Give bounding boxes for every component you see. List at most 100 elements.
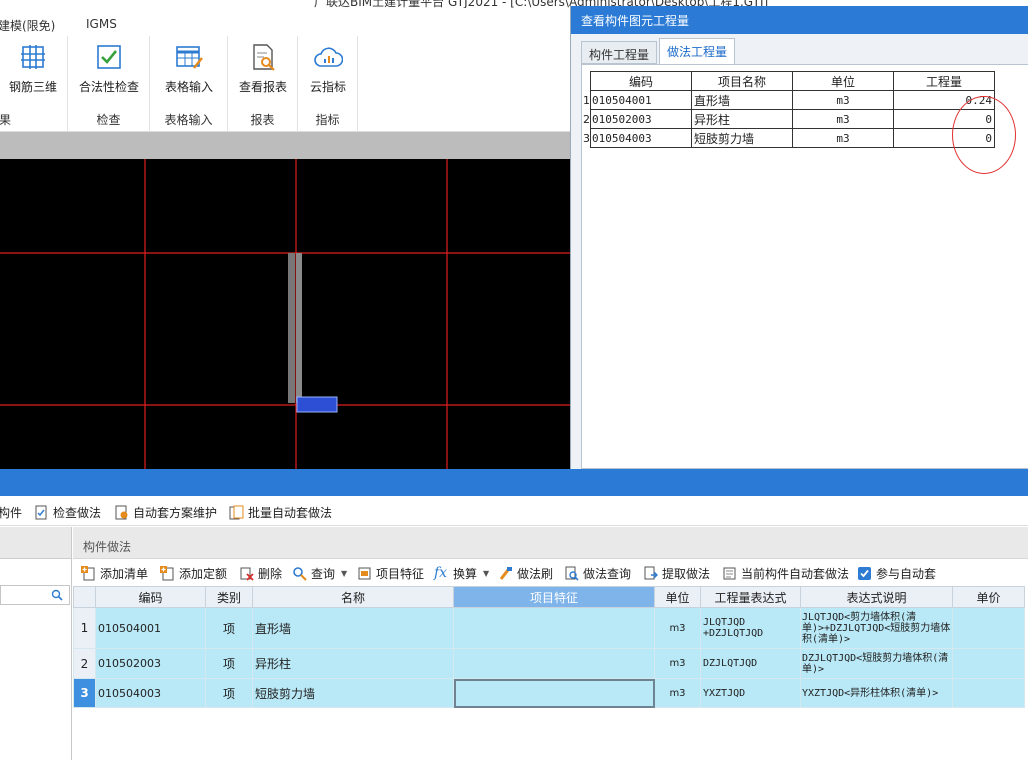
table-row[interactable]: 1 010504001 直形墙 m3 0.24	[582, 90, 995, 110]
header-expression-description[interactable]: 表达式说明	[800, 586, 953, 608]
method-brush-button[interactable]: 做法刷	[498, 564, 553, 582]
methods-grid: 编码 类别 名称 项目特征 单位 工程量表达式 表达式说明 单价 1 01050…	[73, 586, 1025, 708]
cell-quantity-expression[interactable]: JLQTJQD +DZJLQTJQD	[700, 607, 801, 649]
cell-code: 010504001	[590, 90, 692, 110]
report-icon	[253, 44, 275, 71]
header-code: 编码	[590, 71, 692, 91]
row-number[interactable]: 1	[73, 607, 96, 649]
cell-category[interactable]: 项	[205, 648, 253, 679]
quantity-popup-window: 查看构件图元工程量 构件工程量 做法工程量 编码 项目名称 单位 工程量 1 0…	[570, 6, 1028, 469]
model-drawing[interactable]	[0, 159, 570, 469]
cell-category[interactable]: 项	[205, 607, 253, 649]
checkbox-icon[interactable]	[857, 566, 872, 581]
cell-item-feature[interactable]	[453, 607, 655, 649]
convert-dropdown-icon[interactable]: ▼	[483, 569, 489, 578]
table-row[interactable]: 1 010504001 项 直形墙 m3 JLQTJQD +DZJLQTJQD …	[73, 607, 1025, 649]
row-number[interactable]: 2	[73, 648, 96, 679]
header-unit: 单位	[792, 71, 894, 91]
ribbon-group-report: 查看报表 报表	[228, 36, 298, 132]
cell-unit-price[interactable]	[952, 678, 1025, 708]
cell-expression-description[interactable]: YXZTJQD<异形柱体积(清单)>	[800, 678, 953, 708]
cloud-index-button[interactable]: 云指标	[290, 42, 366, 95]
validity-check-button[interactable]: 合法性检查	[71, 42, 147, 95]
cell-unit-price[interactable]	[952, 607, 1025, 649]
auto-scheme-button[interactable]: 自动套方案维护	[114, 503, 217, 521]
convert-button[interactable]: fx 换算 ▼	[434, 564, 489, 582]
drawing-canvas[interactable]	[0, 159, 570, 469]
fx-icon: fx	[434, 564, 448, 581]
cell-unit[interactable]: m3	[654, 648, 701, 679]
extract-icon	[644, 566, 658, 579]
ribbon-group-check: 合法性检查 检查	[68, 36, 150, 132]
query-button[interactable]: 查询 ▼	[292, 564, 347, 582]
row-number: 2	[583, 112, 590, 126]
table-input-label: 表格输入	[164, 80, 213, 94]
header-category[interactable]: 类别	[205, 586, 253, 608]
header-name[interactable]: 名称	[252, 586, 454, 608]
cloud-icon	[314, 47, 343, 67]
cell-quantity-expression[interactable]: YXZTJQD	[700, 678, 801, 708]
quantity-table-header: 编码 项目名称 单位 工程量	[582, 71, 995, 91]
table-row[interactable]: 2 010502003 异形柱 m3 0	[582, 109, 995, 129]
menu-tab-igms[interactable]: IGMS	[86, 17, 117, 31]
menu-tab-modeling[interactable]: 建模(限免)	[0, 17, 55, 34]
extract-method-label: 提取做法	[662, 566, 711, 581]
table-row[interactable]: 3 010504003 项 短肢剪力墙 m3 YXZTJQD YXZTJQD<异…	[73, 678, 1025, 708]
header-unit[interactable]: 单位	[654, 586, 701, 608]
add-quota-button[interactable]: 添加定额	[160, 564, 227, 582]
item-feature-button[interactable]: 项目特征	[357, 564, 424, 582]
cell-name[interactable]: 异形柱	[252, 648, 454, 679]
row-number: 3	[583, 131, 590, 145]
tab-component-quantity[interactable]: 构件工程量	[581, 41, 658, 64]
cell-code: 010504003	[590, 128, 692, 148]
cell-expression-description[interactable]: JLQTJQD<剪力墙体积(清单)>+DZJLQTJQD<短肢剪力墙体积(清单)…	[800, 607, 953, 649]
item-feature-label: 项目特征	[376, 566, 425, 581]
ribbon-group-index: 云指标 指标	[298, 36, 358, 132]
add-list-label: 添加清单	[100, 566, 149, 581]
header-item-feature[interactable]: 项目特征	[453, 586, 655, 608]
cell-code[interactable]: 010502003	[95, 648, 206, 679]
header-item-name: 项目名称	[691, 71, 793, 91]
rebar-3d-button[interactable]: 钢筋三维	[0, 42, 71, 95]
cell-quantity-expression[interactable]: DZJLQTJQD	[700, 648, 801, 679]
tab-method-quantity[interactable]: 做法工程量	[659, 38, 736, 65]
extract-method-button[interactable]: 提取做法	[643, 564, 710, 582]
feature-icon	[358, 567, 371, 579]
header-code[interactable]: 编码	[95, 586, 206, 608]
table-input-button[interactable]: 表格输入	[151, 42, 227, 95]
cell-unit[interactable]: m3	[654, 678, 701, 708]
cell-item-feature[interactable]	[453, 678, 655, 708]
auto-method-button[interactable]: 当前构件自动套做法	[722, 564, 849, 582]
cell-expression-description[interactable]: DZJLQTJQD<短肢剪力墙体积(清单)>	[800, 648, 953, 679]
cell-item-feature[interactable]	[453, 648, 655, 679]
join-auto-checkbox[interactable]: 参与自动套	[857, 564, 936, 582]
search-icon[interactable]	[51, 589, 63, 601]
cell-unit[interactable]: m3	[654, 607, 701, 649]
cell-code[interactable]: 010504001	[95, 607, 206, 649]
table-row[interactable]: 3 010504003 短肢剪力墙 m3 0	[582, 128, 995, 148]
header-unit-price[interactable]: 单价	[952, 586, 1025, 608]
component-button[interactable]: 构件	[0, 503, 22, 521]
table-row[interactable]: 2 010502003 项 异形柱 m3 DZJLQTJQD DZJLQTJQD…	[73, 648, 1025, 679]
methods-toolbar: 添加清单 添加定额 删除 查询 ▼ 项目特征 fx 换算 ▼ 做法刷 做法查询 …	[73, 559, 1028, 586]
cell-name[interactable]: 短肢剪力墙	[252, 678, 454, 708]
batch-auto-button[interactable]: 批量自动套做法	[229, 503, 332, 521]
component-search-input[interactable]	[0, 585, 70, 605]
header-quantity-expression[interactable]: 工程量表达式	[700, 586, 801, 608]
ribbon-group-table: 表格输入 表格输入	[150, 36, 228, 132]
cell-category[interactable]: 项	[205, 678, 253, 708]
check-method-label: 检查做法	[53, 505, 102, 520]
cell-code[interactable]: 010504003	[95, 678, 206, 708]
query-dropdown-icon[interactable]: ▼	[341, 569, 347, 578]
method-query-button[interactable]: 做法查询	[564, 564, 631, 582]
quantity-table: 编码 项目名称 单位 工程量 1 010504001 直形墙 m3 0.24 2…	[582, 71, 995, 148]
check-method-button[interactable]: 检查做法	[34, 503, 101, 521]
cell-unit-price[interactable]	[952, 648, 1025, 679]
table-input-icon	[176, 46, 203, 69]
cell-name[interactable]: 直形墙	[252, 607, 454, 649]
delete-button[interactable]: 删除	[239, 564, 282, 582]
cloud-index-label: 云指标	[309, 80, 346, 94]
row-number[interactable]: 3	[73, 678, 96, 708]
menu-tabs: 建模(限免) IGMS	[0, 14, 570, 36]
add-list-button[interactable]: 添加清单	[81, 564, 148, 582]
